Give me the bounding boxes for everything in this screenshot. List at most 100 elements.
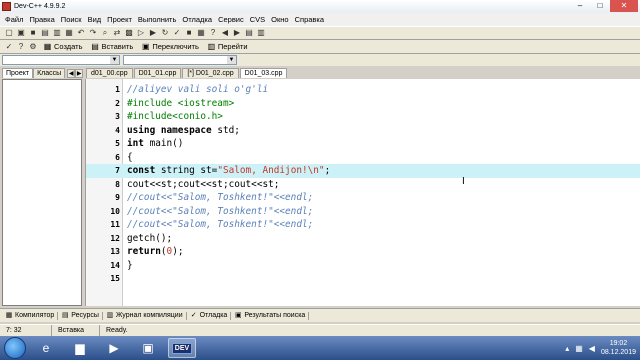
code-line[interactable]: 14} (86, 259, 640, 273)
save-all-icon[interactable]: ▤ (40, 28, 50, 38)
menu-view[interactable]: Вид (85, 15, 105, 24)
help-icon[interactable]: ? (16, 42, 26, 52)
code-line[interactable]: 7 const string st="Salom, Andijon!\n"; (86, 164, 640, 178)
file-tab[interactable]: [*] D01_02.cpp (182, 68, 239, 78)
bottom-tab[interactable]: ▣ Результаты поиска (231, 311, 310, 320)
storage-icon[interactable]: ▣ (134, 338, 162, 358)
file-tab[interactable]: d01_00.cpp (86, 68, 133, 78)
code-line[interactable]: 8 cout<<st;cout<<st;cout<<st; (86, 178, 640, 192)
line-number: 14 (110, 260, 120, 270)
insert-button[interactable]: ▤ Вставить (88, 42, 137, 51)
close-file-icon[interactable]: ▥ (52, 28, 62, 38)
bottom-tab-label: Ресурсы (71, 312, 99, 319)
project-options-icon[interactable]: ▦ (196, 28, 206, 38)
code-line[interactable]: 10 //cout<<"Salom, Toshkent!"<<endl; (86, 205, 640, 219)
line-number: 10 (110, 206, 120, 216)
menu-file[interactable]: Файл (2, 15, 26, 24)
create-button[interactable]: ▦ Создать (40, 42, 86, 51)
open-folder-icon[interactable]: ▣ (16, 28, 26, 38)
code-line[interactable]: 5 int main() (86, 137, 640, 151)
bottom-tab[interactable]: ▤ Ресурсы (58, 311, 103, 320)
redo-icon[interactable]: ↷ (88, 28, 98, 38)
options-icon[interactable]: ⚙ (28, 42, 38, 52)
code-line[interactable]: 13 return(0); (86, 245, 640, 259)
find-icon[interactable]: ⌕ (100, 28, 110, 38)
compiler-icon: ▦ (5, 311, 13, 319)
unindent-icon[interactable]: ▥ (256, 28, 266, 38)
code-line[interactable]: 4 using namespace std; (86, 124, 640, 138)
code-line[interactable]: 11 //cout<<"Salom, Toshkent!"<<endl; (86, 218, 640, 232)
rebuild-icon[interactable]: ↻ (160, 28, 170, 38)
new-file-icon[interactable]: ▢ (4, 28, 14, 38)
menu-tools[interactable]: Сервис (215, 15, 247, 24)
compile-icon[interactable]: ▩ (124, 28, 134, 38)
clock-time: 19:02 (609, 340, 628, 347)
stop-icon[interactable]: ■ (184, 28, 194, 38)
print-icon[interactable]: ▦ (64, 28, 74, 38)
toggle-button[interactable]: ▣ Переключить (138, 42, 202, 51)
chevron-left-icon[interactable]: ◀ (67, 69, 76, 78)
menu-window[interactable]: Окно (268, 15, 291, 24)
code-line[interactable]: 2 #include <iostream> (86, 97, 640, 111)
project-browser[interactable] (2, 79, 82, 306)
class-icon[interactable]: ✓ (4, 42, 14, 52)
devcpp-taskbar-button[interactable]: DEV (168, 338, 196, 358)
chevron-down-icon: ▼ (227, 56, 236, 64)
menu-search[interactable]: Поиск (58, 15, 85, 24)
debug-run-icon[interactable]: ✓ (172, 28, 182, 38)
close-button[interactable]: ✕ (610, 0, 638, 12)
run-icon[interactable]: ▷ (136, 28, 146, 38)
member-combo[interactable]: ▼ (123, 55, 237, 65)
line-number: 6 (115, 152, 120, 162)
start-button[interactable] (4, 337, 26, 359)
code-line[interactable]: 9 //cout<<"Salom, Toshkent!"<<endl; (86, 191, 640, 205)
minimize-button[interactable]: – (570, 0, 590, 12)
menu-help[interactable]: Справка (292, 15, 327, 24)
back-arrow-icon[interactable]: ◀ (220, 28, 230, 38)
menu-edit[interactable]: Правка (26, 15, 57, 24)
file-tab[interactable]: D01_01.cpp (133, 68, 182, 78)
forward-arrow-icon[interactable]: ▶ (232, 28, 242, 38)
bottom-tab[interactable]: ✓ Отладка (187, 311, 232, 320)
code-editor[interactable]: 1 //aliyev vali soli o'g'li 2 #include <ios… (85, 79, 640, 306)
menu-project[interactable]: Проект (104, 15, 135, 24)
compile-log-icon: ▥ (106, 311, 114, 319)
menu-cvs[interactable]: CVS (247, 15, 268, 24)
tray-arrow-icon[interactable]: ▴ (565, 344, 569, 353)
code-line[interactable]: 3 #include<conio.h> (86, 110, 640, 124)
tab-scroll-arrows: ◀ ▶ (67, 69, 84, 78)
clock[interactable]: 19:02 08.12.2019 (601, 339, 636, 357)
goto-button[interactable]: ▥ Перейти (204, 42, 251, 51)
bottom-tab[interactable]: ▦ Компилятор (2, 311, 59, 320)
code-line[interactable]: 12 getch(); (86, 232, 640, 246)
indent-icon[interactable]: ▤ (244, 28, 254, 38)
tab-project[interactable]: Проект (2, 68, 34, 78)
volume-icon[interactable]: ◀ (589, 344, 595, 353)
code-line[interactable]: 15 (86, 272, 640, 286)
code-line[interactable]: 6{ (86, 151, 640, 165)
about-icon[interactable]: ? (208, 28, 218, 38)
menu-debug[interactable]: Отладка (179, 15, 215, 24)
main-toolbar: ▢ ▣ ■ ▤ ▥ ▦ ↶ ↷ ⌕ ⇄ ▩ ▷ ▶ ↻ ✓ ■ ▦ ? ◀ ▶ … (0, 26, 640, 40)
code-line[interactable]: 1 //aliyev vali soli o'g'li (86, 83, 640, 97)
bottom-tab[interactable]: ▥ Журнал компиляции (103, 311, 187, 320)
media-player-icon[interactable]: ▶ (100, 338, 128, 358)
maximize-button[interactable]: □ (590, 0, 610, 12)
bottom-tab-label: Отладка (199, 312, 228, 319)
class-combo[interactable]: ▼ (2, 55, 120, 65)
bottom-panel-tabs: ▦ Компилятор ▤ Ресурсы ▥ Журнал компиляции ✓ От… (0, 308, 640, 322)
chevron-right-icon[interactable]: ▶ (75, 69, 84, 78)
compile-run-icon[interactable]: ▶ (148, 28, 158, 38)
code-text: const string st="Salom, Andijon!\n"; (127, 165, 331, 177)
network-icon[interactable]: ▦ (575, 344, 583, 353)
browser-icon[interactable]: e (32, 338, 60, 358)
code-text: cout<<st;cout<<st;cout<<st; (127, 178, 280, 190)
menu-execute[interactable]: Выполнить (135, 15, 180, 24)
code-text: getch(); (127, 232, 173, 244)
tab-classes[interactable]: Классы (33, 68, 66, 78)
replace-icon[interactable]: ⇄ (112, 28, 122, 38)
save-icon[interactable]: ■ (28, 28, 38, 38)
undo-icon[interactable]: ↶ (76, 28, 86, 38)
file-tab-active[interactable]: D01_03.cpp (239, 68, 288, 78)
file-explorer-icon[interactable]: ▆ (66, 338, 94, 358)
